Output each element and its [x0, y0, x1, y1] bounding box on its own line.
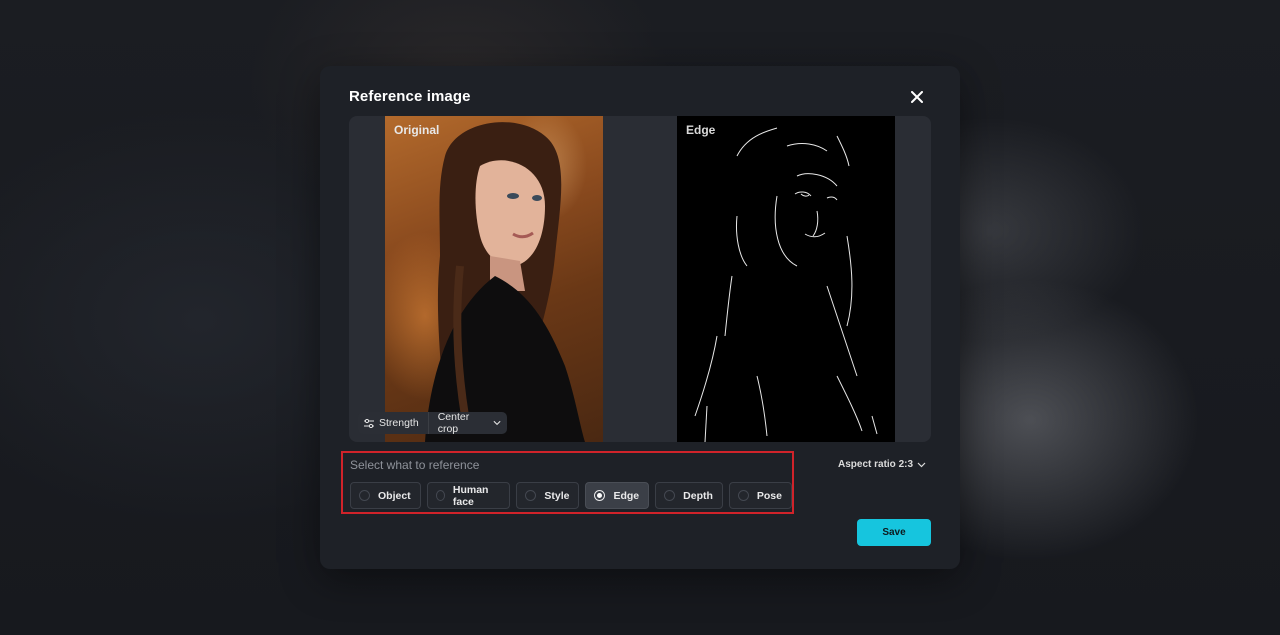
strength-label: Strength: [379, 417, 419, 429]
option-label: Human face: [452, 483, 489, 508]
option-human-face[interactable]: Human face: [426, 482, 511, 509]
close-button[interactable]: [906, 86, 928, 108]
option-label: Style: [544, 489, 570, 502]
radio-icon: [359, 490, 370, 501]
aspect-ratio-label: Aspect ratio 2:3: [838, 459, 914, 470]
save-button[interactable]: Save: [857, 519, 931, 546]
close-icon: [911, 91, 923, 103]
option-pose[interactable]: Pose: [728, 482, 792, 509]
strength-button[interactable]: Strength: [358, 412, 428, 434]
sliders-icon: [364, 418, 374, 428]
option-edge[interactable]: Edge: [585, 482, 650, 509]
radio-selected-icon: [594, 490, 606, 501]
image-preview-area: Original Edge Strength Center crop: [349, 116, 931, 442]
radio-icon: [737, 490, 749, 501]
reference-label: Select what to reference: [350, 458, 480, 472]
option-label: Depth: [683, 489, 713, 502]
aspect-ratio-dropdown[interactable]: Aspect ratio 2:3: [838, 459, 926, 470]
radio-icon: [525, 490, 537, 501]
option-label: Pose: [756, 489, 782, 502]
chevron-down-icon: [917, 462, 926, 467]
chevron-down-icon: [493, 420, 501, 426]
reference-type-selector: Select what to reference Object Human fa…: [341, 451, 794, 514]
original-image: Original: [385, 116, 603, 442]
option-label: Object: [378, 489, 411, 502]
reference-image-dialog: Reference image Original Edge Strength C…: [320, 66, 960, 569]
original-label: Original: [394, 123, 440, 137]
radio-icon: [435, 490, 445, 501]
edge-label: Edge: [686, 123, 716, 137]
option-style[interactable]: Style: [516, 482, 580, 509]
option-object[interactable]: Object: [350, 482, 421, 509]
image-options-toolbar: Strength Center crop: [358, 411, 507, 435]
crop-label: Center crop: [437, 411, 470, 435]
dialog-title: Reference image: [349, 88, 471, 105]
option-depth[interactable]: Depth: [655, 482, 723, 509]
crop-dropdown[interactable]: Center crop: [427, 411, 507, 435]
edge-image: Edge: [677, 116, 895, 442]
radio-icon: [664, 490, 676, 501]
reference-options: Object Human face Style Edge Depth Pose: [350, 482, 792, 509]
option-label: Edge: [613, 489, 640, 502]
